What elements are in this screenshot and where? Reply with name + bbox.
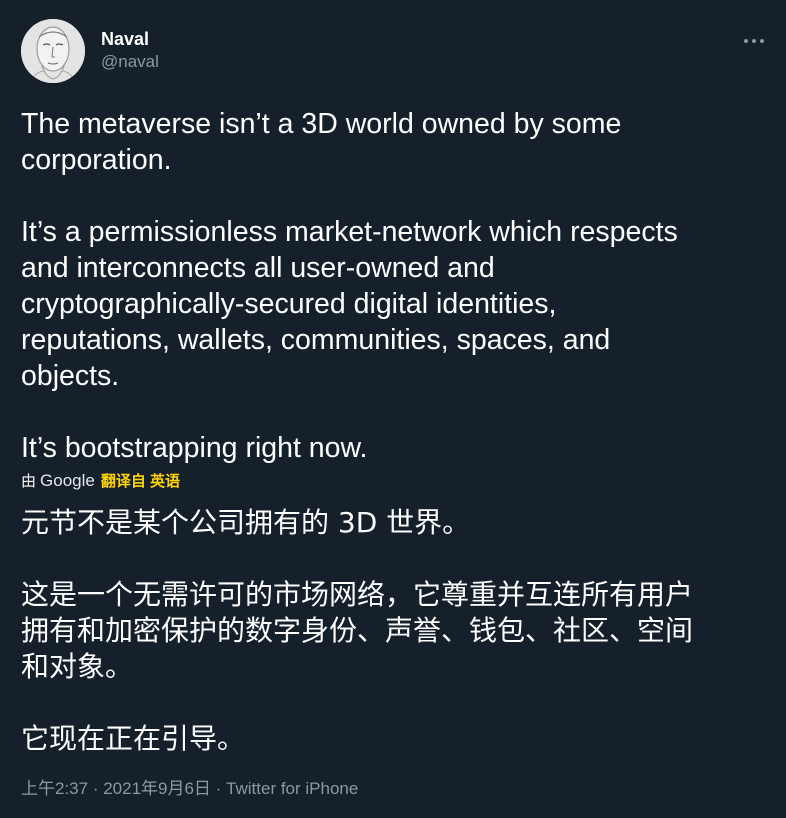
- tweet-line: objects.: [21, 360, 120, 392]
- author-names: Naval @naval: [101, 28, 159, 73]
- translated-from-link[interactable]: 翻译自 英语: [101, 473, 180, 490]
- translated-line: 这是一个无需许可的市场网络，它尊重并互连所有用户: [21, 578, 694, 611]
- tweet-metadata: 上午2:37 · 2021年9月6日 · Twitter for iPhone: [21, 778, 358, 800]
- author-display-name[interactable]: Naval: [101, 28, 159, 50]
- translated-line: 拥有和加密保护的数字身份、声誉、钱包、社区、空间: [21, 614, 694, 647]
- translated-line: 它现在正在引导。: [21, 722, 246, 755]
- tweet-line: cryptographically-secured digital identi…: [21, 288, 557, 320]
- tweet-line: It’s a permissionless market-network whi…: [21, 216, 678, 248]
- translated-text: 元节不是某个公司拥有的 3D 世界。 这是一个无需许可的市场网络，它尊重并互连所…: [21, 505, 771, 757]
- tweet-line: The metaverse isn’t a 3D world owned by …: [21, 108, 622, 140]
- tweet-time[interactable]: 上午2:37: [21, 779, 88, 798]
- translated-line: 和对象。: [21, 650, 134, 683]
- translated-paragraph: 元节不是某个公司拥有的 3D 世界。: [21, 505, 771, 541]
- tweet-line: reputations, wallets, communities, space…: [21, 324, 611, 356]
- separator: ·: [210, 779, 227, 798]
- tweet: Naval @naval The metaverse isn’t a 3D wo…: [0, 0, 786, 818]
- tweet-line: It’s bootstrapping right now.: [21, 432, 368, 464]
- separator: ·: [88, 779, 104, 798]
- tweet-paragraph: It’s bootstrapping right now.: [21, 430, 771, 466]
- tweet-paragraph: The metaverse isn’t a 3D world owned by …: [21, 106, 771, 178]
- translated-line: 元节不是某个公司拥有的 3D 世界。: [21, 506, 471, 539]
- tweet-line: corporation.: [21, 144, 172, 176]
- translated-paragraph: 它现在正在引导。: [21, 721, 771, 757]
- avatar-image: [21, 19, 85, 83]
- tweet-source[interactable]: Twitter for iPhone: [226, 779, 358, 798]
- tweet-text: The metaverse isn’t a 3D world owned by …: [21, 106, 771, 466]
- tweet-line: and interconnects all user-owned and: [21, 252, 495, 284]
- tweet-header: Naval @naval: [21, 19, 766, 85]
- translation-attribution: 由 Google 翻译自 英语: [21, 470, 180, 493]
- tweet-paragraph: It’s a permissionless market-network whi…: [21, 214, 771, 394]
- more-horizontal-icon[interactable]: [742, 33, 766, 49]
- translated-paragraph: 这是一个无需许可的市场网络，它尊重并互连所有用户 拥有和加密保护的数字身份、声誉…: [21, 577, 771, 685]
- google-logo: Google: [40, 471, 95, 490]
- translated-by-label: 由: [21, 473, 37, 490]
- author-handle[interactable]: @naval: [101, 51, 159, 73]
- tweet-date[interactable]: 2021年9月6日: [103, 779, 211, 798]
- avatar[interactable]: [21, 19, 85, 83]
